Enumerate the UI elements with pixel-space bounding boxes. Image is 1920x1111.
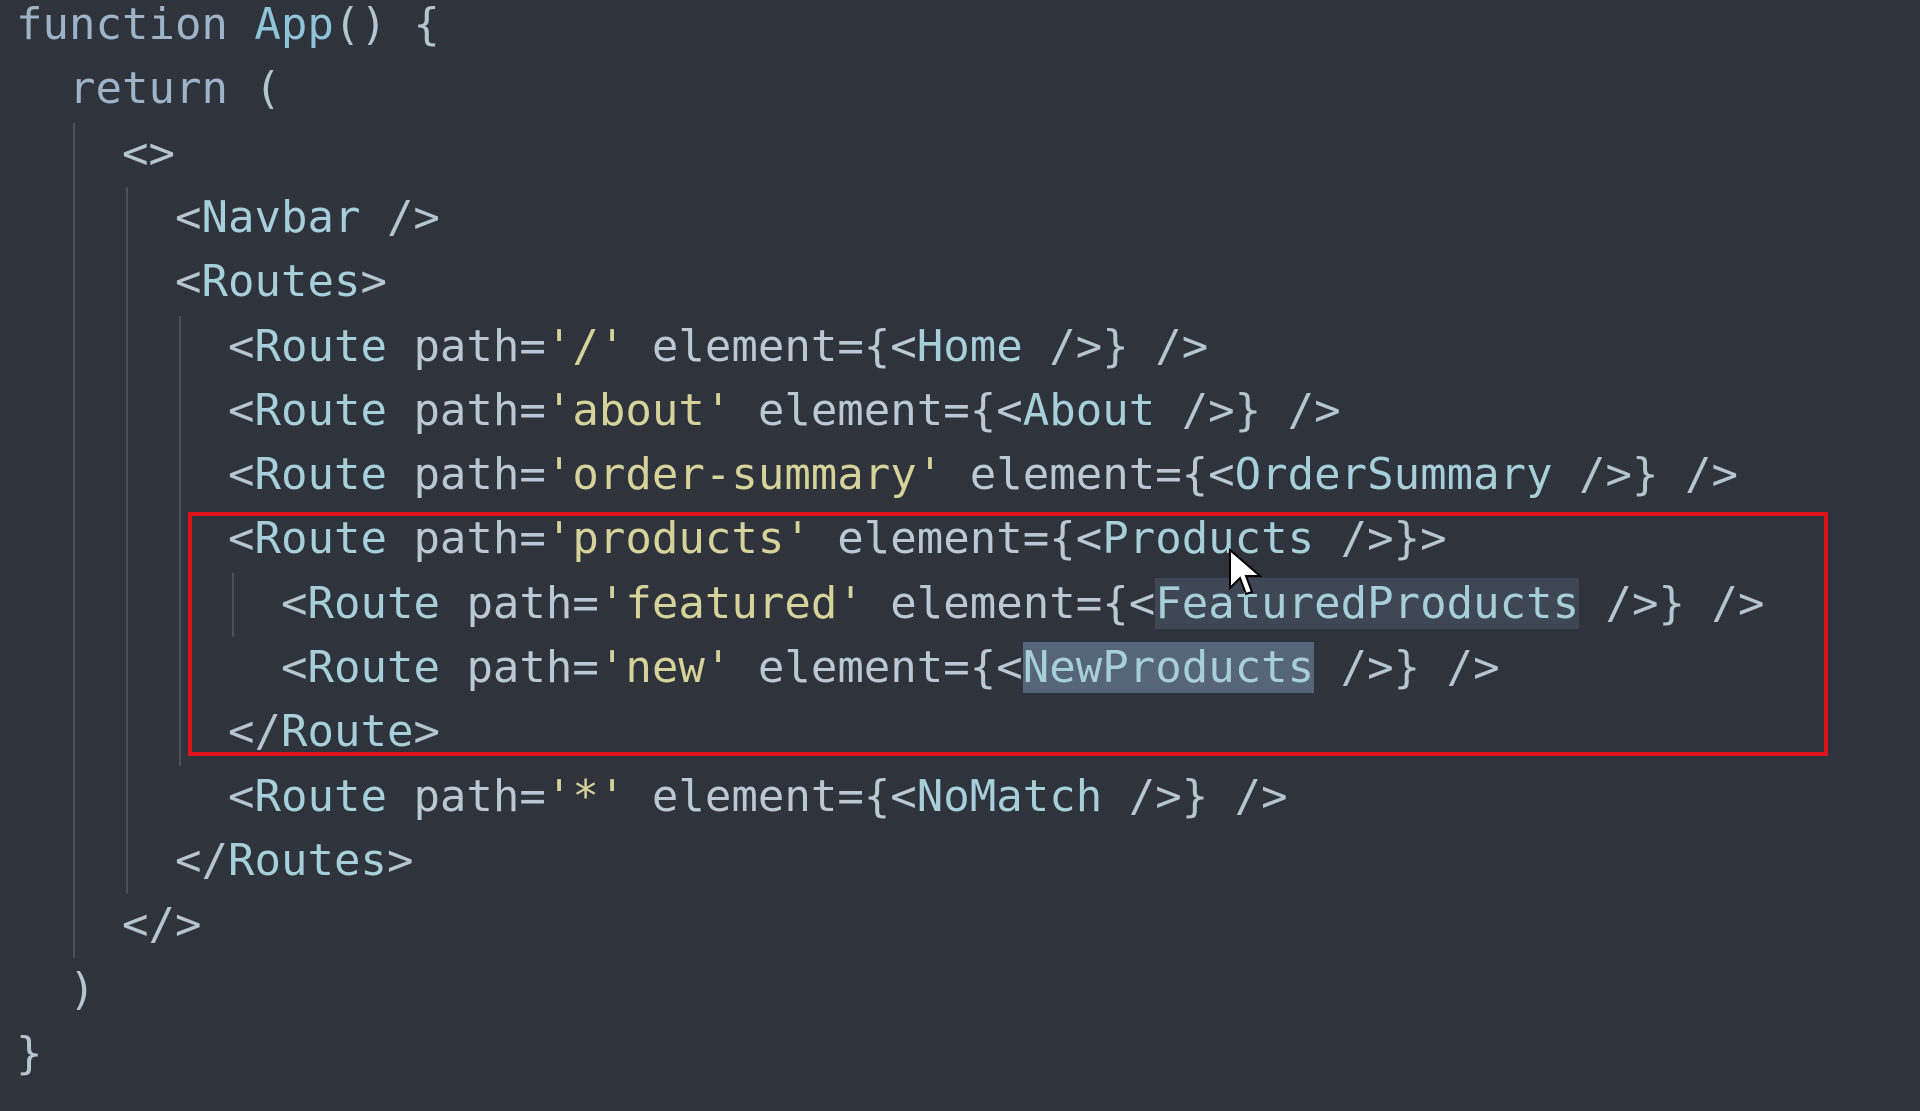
- code-token: <: [175, 191, 202, 243]
- code-token: element={<: [731, 384, 1023, 436]
- code-token: <: [228, 320, 255, 372]
- code-token: element={<: [625, 770, 917, 822]
- code-token: />} />: [1102, 770, 1288, 822]
- code-token: Route: [254, 320, 387, 372]
- code-token: Route: [254, 384, 387, 436]
- code-token: >: [386, 834, 414, 886]
- code-token: element={<: [625, 320, 917, 372]
- code-token: Routes: [201, 256, 361, 308]
- code-token: </: [175, 834, 228, 886]
- code-line[interactable]: <Routes>: [175, 257, 387, 321]
- code-line[interactable]: <Route path='order-summary' element={<Or…: [228, 450, 1738, 514]
- code-line[interactable]: <Navbar />: [175, 191, 440, 257]
- code-token: <>: [122, 127, 175, 179]
- code-line[interactable]: function App() {: [16, 0, 440, 64]
- code-token: path=: [386, 770, 546, 822]
- code-line[interactable]: }: [16, 1027, 43, 1093]
- code-line[interactable]: <Route path='about' element={<About />} …: [228, 384, 1341, 450]
- code-token: (: [227, 63, 281, 115]
- code-token: path=: [386, 320, 546, 372]
- code-line[interactable]: </Routes>: [175, 834, 414, 900]
- code-token: About: [1022, 384, 1156, 436]
- code-token: <: [228, 449, 255, 501]
- indent-guide: [126, 186, 128, 895]
- code-line[interactable]: <>: [122, 127, 175, 193]
- code-token: <: [175, 256, 202, 308]
- code-token: />} />: [1552, 449, 1738, 501]
- code-token: function: [16, 0, 228, 50]
- highlight-box-nested-routes: [188, 512, 1828, 756]
- code-line[interactable]: </>: [122, 900, 201, 964]
- code-token: Route: [254, 449, 387, 501]
- code-token: Route: [254, 770, 387, 822]
- code-token: path=: [386, 449, 546, 501]
- code-token: <: [228, 384, 255, 436]
- code-token: element={<: [943, 449, 1235, 501]
- code-token: OrderSummary: [1234, 449, 1553, 501]
- code-token: Home: [916, 320, 1023, 372]
- mouse-pointer-icon: [1229, 548, 1262, 596]
- code-token: return: [69, 63, 228, 115]
- code-line[interactable]: <Route path='*' element={<NoMatch />} />: [228, 770, 1288, 836]
- code-line[interactable]: ): [69, 963, 96, 1029]
- code-token: />} />: [1155, 384, 1341, 436]
- code-token: </>: [122, 899, 202, 951]
- code-token: '/': [545, 320, 626, 372]
- code-token: }: [16, 1027, 43, 1079]
- code-token: Navbar: [201, 191, 361, 243]
- code-token: 'about': [545, 384, 732, 436]
- code-token: >: [360, 256, 387, 308]
- code-token: ): [69, 963, 96, 1015]
- code-token: '*': [545, 770, 626, 822]
- code-token: path=: [386, 384, 546, 436]
- indent-guide: [179, 315, 181, 766]
- code-token: />} />: [1022, 320, 1209, 372]
- code-token: () {: [333, 0, 440, 50]
- code-token: NoMatch: [916, 770, 1103, 822]
- indent-guide: [73, 122, 75, 959]
- code-token: />: [360, 191, 440, 243]
- code-line[interactable]: return (: [69, 64, 281, 128]
- code-token: Routes: [227, 834, 387, 886]
- code-token: 'order-summary': [545, 449, 944, 501]
- code-token: <: [228, 770, 255, 822]
- code-token: App: [254, 0, 334, 50]
- code-line[interactable]: <Route path='/' element={<Home />} />: [228, 320, 1209, 386]
